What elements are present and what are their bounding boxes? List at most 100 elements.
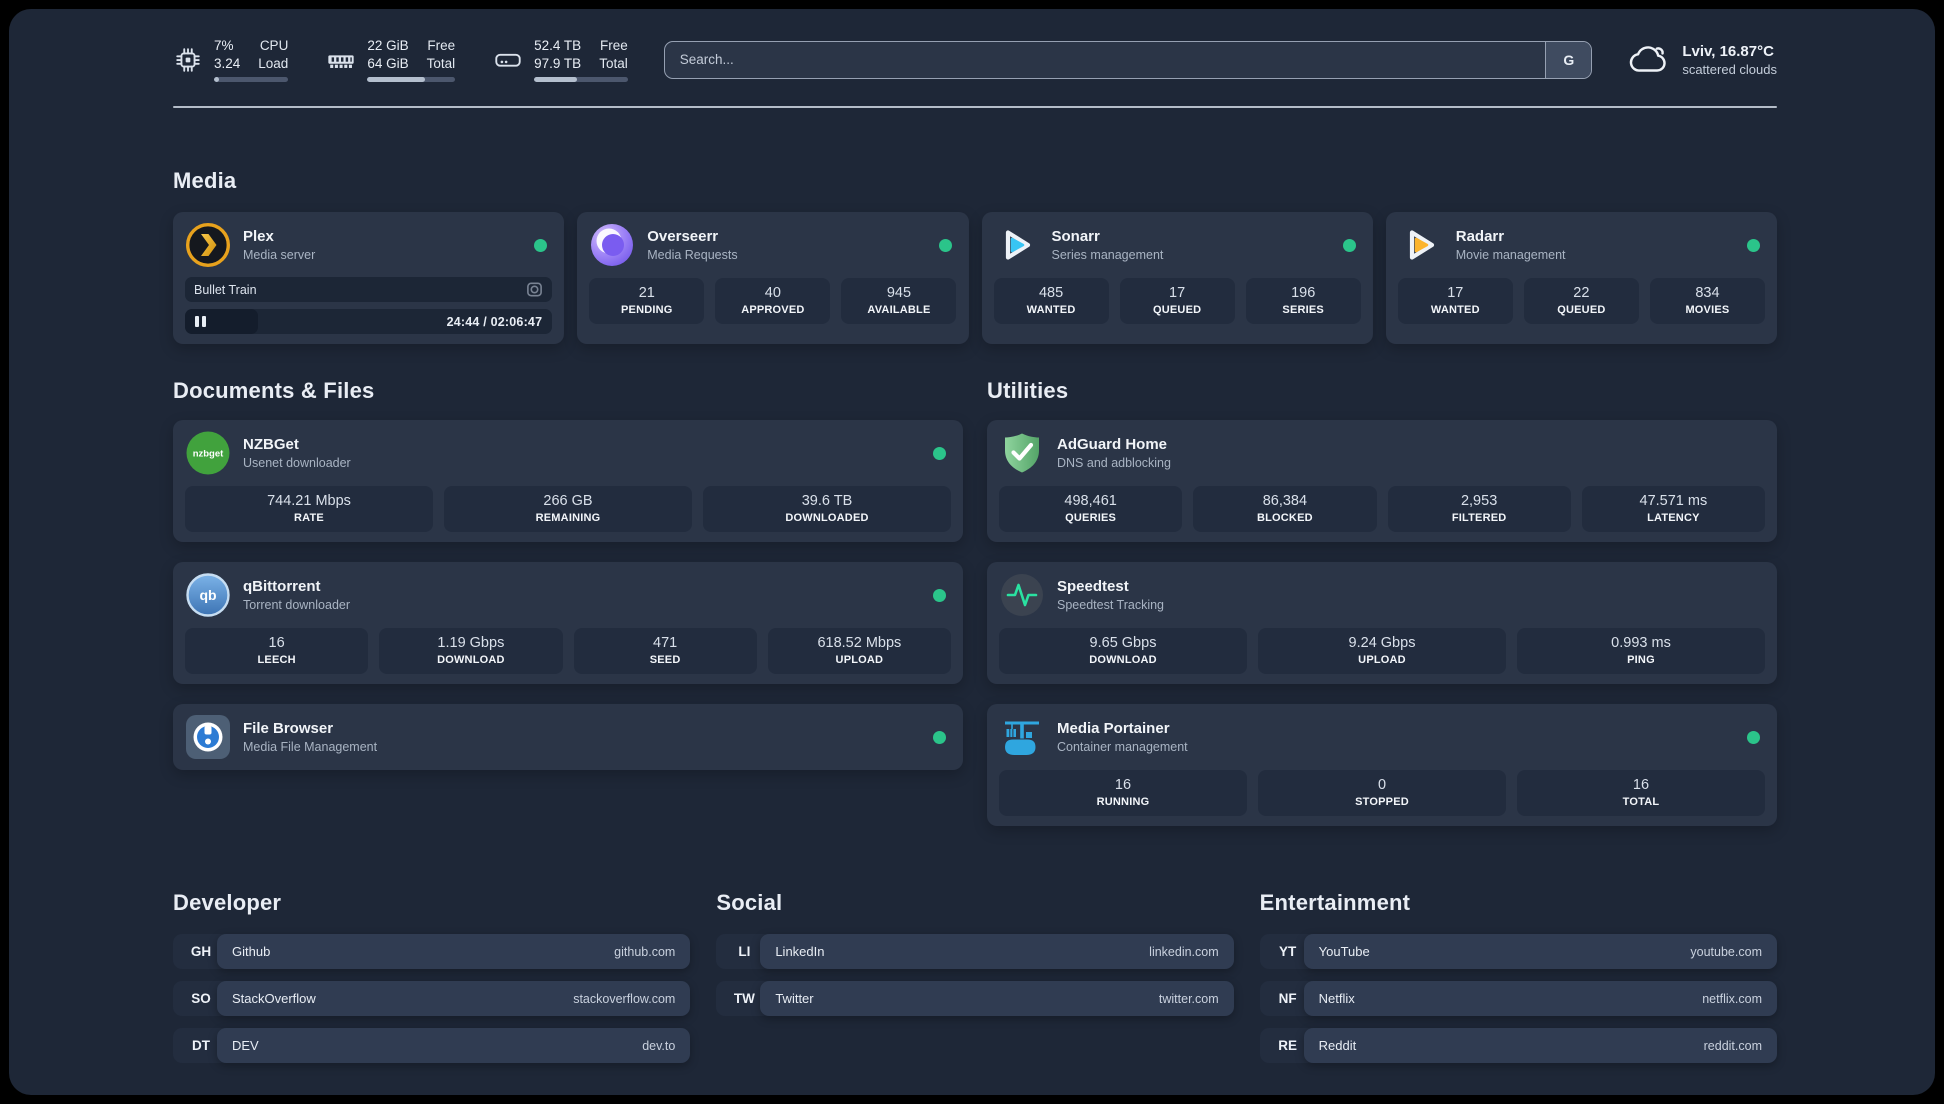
stat-approved: 40 APPROVED	[715, 278, 831, 324]
stat-label: STOPPED	[1355, 796, 1409, 808]
playback-progress-bar[interactable]: 24:44 / 02:06:47	[185, 309, 553, 334]
sonarr-card[interactable]: Sonarr Series management 485 WANTED 17 Q…	[981, 212, 1373, 344]
speedtest-subtitle: Speedtest Tracking	[1057, 598, 1165, 612]
portainer-card[interactable]: Media Portainer Container management 16 …	[987, 704, 1777, 826]
adguard-subtitle: DNS and adblocking	[1057, 456, 1171, 470]
stat-remaining: 266 GB REMAINING	[444, 486, 692, 532]
stat-label: MOVIES	[1685, 304, 1730, 316]
stat-seed: 471 SEED	[573, 628, 757, 674]
radarr-subtitle: Movie management	[1455, 248, 1566, 262]
search-bar: G	[663, 40, 1593, 79]
stat-leech: 16 LEECH	[185, 628, 369, 674]
stat-stopped: 0 STOPPED	[1258, 770, 1506, 816]
section-social: Social LI LinkedIn linkedin.com TW Twitt…	[716, 890, 1234, 1075]
link-reddit[interactable]: RE Reddit reddit.com	[1259, 1028, 1777, 1063]
stat-label: AVAILABLE	[867, 304, 931, 316]
disk-icon	[495, 53, 521, 67]
link-url: reddit.com	[1703, 1038, 1762, 1053]
link-netflix[interactable]: NF Netflix netflix.com	[1259, 981, 1777, 1016]
link-pill: DEV dev.to	[217, 1028, 691, 1063]
nzbget-name: NZBGet	[243, 436, 299, 453]
plex-card[interactable]: Plex Media server Bullet Train 24:44 / 0…	[173, 212, 565, 344]
portainer-subtitle: Container management	[1057, 740, 1188, 754]
stat-download: 1.19 Gbps DOWNLOAD	[379, 628, 563, 674]
stat-value: 21	[638, 285, 655, 301]
filebrowser-card[interactable]: File Browser Media File Management	[173, 704, 963, 770]
memory-total-label: Total	[426, 56, 456, 71]
svg-text:nzbget: nzbget	[193, 449, 224, 460]
stat-value: 39.6 TB	[801, 493, 853, 509]
adguard-card[interactable]: AdGuard Home DNS and adblocking 498,461 …	[987, 420, 1777, 542]
section-title-documents: Documents & Files	[173, 378, 375, 403]
stat-queued: 22 QUEUED	[1523, 278, 1639, 324]
stat-value: 471	[653, 635, 678, 651]
overseerr-card[interactable]: Overseerr Media Requests 21 PENDING 40 A…	[577, 212, 969, 344]
cpu-progress-bar	[214, 77, 289, 82]
stat-label: LEECH	[257, 654, 296, 666]
link-stackoverflow[interactable]: SO StackOverflow stackoverflow.com	[173, 981, 691, 1016]
disk-progress-bar	[534, 77, 628, 82]
stat-upload: 9.24 Gbps UPLOAD	[1258, 628, 1506, 674]
stat-label: QUEUED	[1152, 304, 1202, 316]
stat-value: 744.21 Mbps	[267, 493, 351, 509]
stat-label: UPLOAD	[835, 654, 884, 666]
memory-total-value: 64 GiB	[367, 56, 409, 71]
search-input[interactable]	[664, 41, 1546, 78]
stat-value: 618.52 Mbps	[817, 635, 902, 651]
filebrowser-icon	[185, 714, 231, 760]
disk-progress-fill	[534, 77, 578, 82]
cpu-load-label: Load	[258, 56, 289, 71]
link-dev[interactable]: DT DEV dev.to	[173, 1028, 691, 1063]
stat-label: REMAINING	[535, 512, 601, 524]
dashboard-page: 7% CPU 3.24 Load 22 GiB Free 64 GiB Tota…	[9, 9, 1935, 1095]
radarr-name: Radarr	[1455, 228, 1505, 245]
pause-button[interactable]	[195, 316, 206, 327]
radarr-card[interactable]: Radarr Movie management 17 WANTED 22 QUE…	[1385, 212, 1777, 344]
qbittorrent-icon: qb	[185, 572, 231, 618]
link-url: twitter.com	[1158, 991, 1219, 1006]
disk-free-label: Free	[599, 38, 628, 53]
stat-label: RUNNING	[1096, 796, 1150, 808]
link-linkedin[interactable]: LI LinkedIn linkedin.com	[716, 934, 1234, 969]
link-twitter[interactable]: TW Twitter twitter.com	[716, 981, 1234, 1016]
link-name: Github	[232, 944, 271, 959]
stat-rate: 744.21 Mbps RATE	[185, 486, 433, 532]
stat-value: 485	[1038, 285, 1064, 301]
cpu-progress-fill	[214, 77, 220, 82]
stat-filtered: 2,953 FILTERED	[1387, 486, 1571, 532]
now-playing-row: Bullet Train	[185, 277, 553, 302]
link-pill: Reddit reddit.com	[1303, 1028, 1777, 1063]
system-stats: 7% CPU 3.24 Load 22 GiB Free 64 GiB Tota…	[173, 37, 628, 82]
link-youtube[interactable]: YT YouTube youtube.com	[1259, 934, 1777, 969]
stat-label: UPLOAD	[1358, 654, 1406, 666]
stat-label: DOWNLOAD	[437, 654, 505, 666]
disk-widget: 52.4 TB Free 97.9 TB Total	[493, 37, 628, 82]
link-name: Reddit	[1318, 1038, 1357, 1053]
stat-available: 945 AVAILABLE	[841, 278, 957, 324]
dashboard-frame: 7% CPU 3.24 Load 22 GiB Free 64 GiB Tota…	[0, 0, 1944, 1104]
link-name: Twitter	[775, 991, 814, 1006]
portainer-name: Media Portainer	[1057, 720, 1170, 737]
section-developer: Developer GH Github github.com SO StackO…	[173, 890, 691, 1075]
stat-label: PENDING	[621, 304, 673, 316]
header-divider	[173, 106, 1777, 108]
filebrowser-name: File Browser	[243, 720, 334, 737]
stat-value: 2,953	[1460, 493, 1498, 509]
overseerr-name: Overseerr	[647, 228, 719, 245]
speedtest-name: Speedtest	[1057, 578, 1129, 595]
search-engine-button[interactable]: G	[1545, 41, 1592, 78]
nzbget-icon: nzbget	[185, 430, 231, 476]
stat-label: TOTAL	[1622, 796, 1660, 808]
link-github[interactable]: GH Github github.com	[173, 934, 691, 969]
speedtest-card[interactable]: Speedtest Speedtest Tracking 9.65 Gbps D…	[987, 562, 1777, 684]
stat-label: QUEUED	[1557, 304, 1606, 316]
overseerr-subtitle: Media Requests	[647, 248, 738, 262]
weather-location-temp: Lviv, 16.87°C	[1682, 42, 1774, 60]
stat-value: 17	[1169, 285, 1186, 301]
nzbget-card[interactable]: nzbget NZBGet Usenet downloader 744.21 M…	[173, 420, 963, 542]
adguard-name: AdGuard Home	[1057, 436, 1168, 453]
stat-label: WANTED	[1026, 304, 1076, 316]
link-url: dev.to	[642, 1038, 676, 1053]
qbittorrent-card[interactable]: qb qBittorrent Torrent downloader 16 LEE…	[173, 562, 963, 684]
overseerr-icon	[589, 222, 635, 268]
